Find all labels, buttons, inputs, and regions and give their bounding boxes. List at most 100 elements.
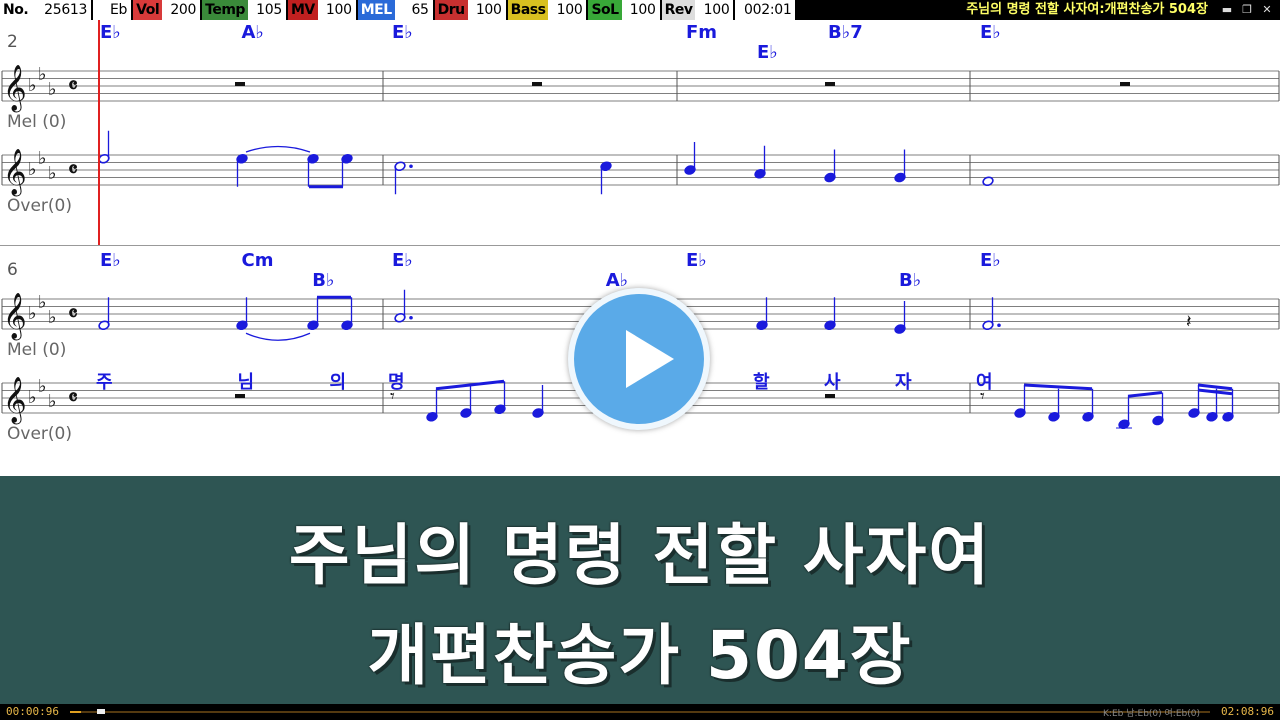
lyric-syllable: 자 <box>895 372 912 393</box>
flat-icon: ♭ <box>38 376 47 397</box>
total-time: 02:08:96 <box>1221 705 1274 718</box>
rest-icon <box>235 82 245 86</box>
status-bar: No. 25613 Eb Vol 200 Temp 105 MV 100 MEL 65 Dru 100 B… <box>0 0 1280 20</box>
chord-symbol: E♭ <box>686 250 707 271</box>
chord-symbol: E♭ <box>100 22 121 43</box>
dot <box>409 315 413 320</box>
rest-icon <box>825 394 835 398</box>
flat-icon: ♭ <box>38 292 47 313</box>
chord-symbol: B♭ <box>899 270 921 291</box>
dot <box>997 323 1001 328</box>
dot <box>409 164 413 169</box>
status-value: 100 <box>695 0 734 20</box>
treble-clef-icon: 𝄞 <box>3 65 27 113</box>
status-value: 25613 <box>31 0 92 20</box>
system-divider <box>0 245 1280 246</box>
chord-symbol: A♭ <box>606 270 628 291</box>
tie <box>245 332 311 341</box>
lyric-syllable: 주 <box>96 372 113 393</box>
lyric-syllable: 의 <box>329 372 346 393</box>
chord-symbol: Cm <box>242 250 274 271</box>
measure-number: 6 <box>7 260 18 280</box>
staff-label: Mel (0) <box>7 112 66 132</box>
common-time-icon: 𝄴 <box>68 73 78 99</box>
flat-icon: ♭ <box>28 303 37 324</box>
flat-icon: ♭ <box>48 307 57 328</box>
status-label: Dru <box>434 0 468 20</box>
caption-panel: 주님의 명령 전할 사자여 개편찬송가 504장 <box>0 476 1280 704</box>
chord-symbol: E♭ <box>100 250 121 271</box>
current-time: 00:00:96 <box>6 705 59 718</box>
status-label: MEL <box>357 0 395 20</box>
beam <box>1023 383 1093 391</box>
beam <box>1127 391 1163 398</box>
chord-symbol: Fm <box>686 22 717 43</box>
rest-icon <box>532 82 542 86</box>
flat-icon: ♭ <box>48 163 57 184</box>
measure-number: 2 <box>7 32 18 52</box>
treble-clef-icon: 𝄞 <box>3 377 27 425</box>
window-controls: ▬ ❐ ✕ <box>1214 0 1280 20</box>
caption-title: 주님의 명령 전할 사자여 <box>288 517 992 594</box>
restore-icon[interactable]: ❐ <box>1240 3 1254 17</box>
chord-symbol: B♭7 <box>828 22 863 43</box>
progress-bar: 00:00:96 K:Eb 남:Eb(0) 여:Eb(0) 02:08:96 <box>0 704 1280 720</box>
status-label: Rev <box>661 0 696 20</box>
chord-symbol: E♭ <box>757 42 778 63</box>
treble-clef-icon: 𝄞 <box>3 293 27 341</box>
caption-subtitle: 개편찬송가 504장 <box>367 617 913 694</box>
song-title: 주님의 명령 전할 사자여:개편찬송가 504장 <box>966 2 1208 17</box>
chord-symbol: B♭ <box>312 270 334 291</box>
status-value: 105 <box>247 0 286 20</box>
staff-label: Mel (0) <box>7 340 66 360</box>
status-label: Vol <box>133 0 163 20</box>
status-value: 65 <box>394 0 433 20</box>
eighth-rest-icon: 𝄾 <box>980 386 985 407</box>
status-value: 100 <box>548 0 587 20</box>
flat-icon: ♭ <box>48 391 57 412</box>
staff-label: Over(0) <box>7 424 72 444</box>
flat-icon: ♭ <box>28 387 37 408</box>
beam <box>1197 383 1233 391</box>
status-label: MV <box>287 0 318 20</box>
lyric-syllable: 할 <box>753 371 770 393</box>
seek-track[interactable] <box>70 709 1210 714</box>
common-time-icon: 𝄴 <box>68 157 78 183</box>
rest-icon <box>825 82 835 86</box>
common-time-icon: 𝄴 <box>68 301 78 327</box>
key-info: K:Eb 남:Eb(0) 여:Eb(0) <box>1103 709 1200 719</box>
play-icon <box>626 330 674 388</box>
status-value: Eb <box>93 0 132 20</box>
flat-icon: ♭ <box>28 75 37 96</box>
rest-icon <box>235 394 245 398</box>
chord-symbol: E♭ <box>980 22 1001 43</box>
seek-handle[interactable] <box>97 709 106 714</box>
common-time-icon: 𝄴 <box>68 385 78 411</box>
tie <box>245 145 311 153</box>
flat-icon: ♭ <box>38 148 47 169</box>
status-label: SoL <box>588 0 622 20</box>
minimize-icon[interactable]: ▬ <box>1220 3 1234 17</box>
status-fields: No. 25613 Eb Vol 200 Temp 105 MV 100 MEL 65 Dru 100 B… <box>0 0 797 20</box>
chord-symbol: E♭ <box>392 22 413 43</box>
play-button[interactable] <box>568 288 710 430</box>
status-value: 002:01 <box>735 0 796 20</box>
status-label: Bass <box>507 0 549 20</box>
flat-icon: ♭ <box>28 159 37 180</box>
flat-icon: ♭ <box>48 79 57 100</box>
lyric-syllable: 사 <box>824 372 841 393</box>
flat-icon: ♭ <box>38 64 47 85</box>
staff-label: Over(0) <box>7 196 72 216</box>
chord-symbol: E♭ <box>980 250 1001 271</box>
seek-fill <box>70 711 82 713</box>
status-label: Temp <box>202 0 248 20</box>
eighth-rest-icon: 𝄾 <box>390 386 395 407</box>
status-value: 100 <box>621 0 660 20</box>
quarter-rest-icon: 𝄽 <box>1186 312 1192 333</box>
treble-clef-icon: 𝄞 <box>3 149 27 197</box>
rest-icon <box>1120 82 1130 86</box>
close-icon[interactable]: ✕ <box>1260 3 1274 17</box>
chord-symbol: E♭ <box>392 250 413 271</box>
status-value: 100 <box>317 0 356 20</box>
status-label: No. <box>0 0 32 20</box>
